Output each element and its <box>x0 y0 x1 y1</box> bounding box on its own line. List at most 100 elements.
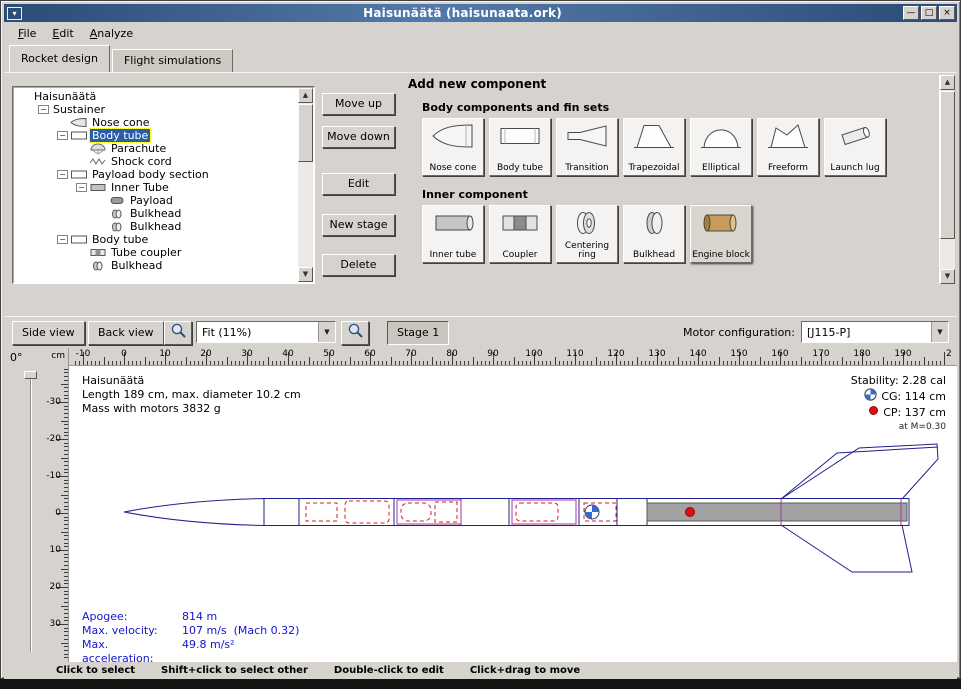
tab-flight-simulations[interactable]: Flight simulations <box>112 49 233 72</box>
tree-item-sustainer[interactable]: −Sustainer <box>16 103 295 116</box>
tree-item-body-tube[interactable]: −Body tube <box>16 233 295 246</box>
ruler-tick <box>64 572 68 573</box>
scrollbar-thumb[interactable] <box>940 91 955 239</box>
zoom-in-button[interactable] <box>341 321 369 345</box>
ruler-tick <box>768 361 769 365</box>
ruler-tick <box>555 357 556 365</box>
dropdown-arrow-icon[interactable]: ▼ <box>318 322 335 342</box>
scroll-up-icon[interactable]: ▲ <box>940 75 955 90</box>
motor-configuration-select[interactable]: [J115-P] ▼ <box>801 321 949 343</box>
status-bar: Click to selectShift+click to select oth… <box>4 662 957 679</box>
nose-cone-shape[interactable] <box>124 499 264 526</box>
tree-item-parachute[interactable]: Parachute <box>16 142 295 155</box>
palette-button-engine-block[interactable]: Engine block <box>690 205 752 263</box>
stage-1-toggle[interactable]: Stage 1 <box>387 321 449 345</box>
tree-expander-icon[interactable]: − <box>76 183 87 192</box>
tree-item-haisun-t-[interactable]: Haisunäätä <box>16 90 295 103</box>
ruler-tick <box>116 361 117 365</box>
rotation-slider-thumb[interactable] <box>24 371 37 379</box>
back-view-button[interactable]: Back view <box>88 321 164 345</box>
tree-item-label: Bulkhead <box>128 220 183 233</box>
palette-button-bulkhead[interactable]: Bulkhead <box>623 205 685 263</box>
tree-expander-icon[interactable]: − <box>57 170 68 179</box>
ruler-tick <box>64 372 68 373</box>
ruler-tick <box>64 472 68 473</box>
tree-item-shock-cord[interactable]: Shock cord <box>16 155 295 168</box>
zoom-out-icon <box>170 329 187 342</box>
scroll-down-icon[interactable]: ▼ <box>940 269 955 284</box>
ruler-tick <box>895 361 896 365</box>
tree-item-body-tube[interactable]: −Body tube <box>16 129 295 142</box>
fin-bottom-shape[interactable] <box>781 525 912 572</box>
menu-edit[interactable]: Edit <box>44 24 81 43</box>
scroll-up-icon[interactable]: ▲ <box>298 88 313 103</box>
tree-item-payload[interactable]: Payload <box>16 194 295 207</box>
palette-button-label: Elliptical <box>702 164 740 173</box>
tree-item-bulkhead[interactable]: Bulkhead <box>16 259 295 272</box>
centering-ring-icon <box>565 209 609 237</box>
rotation-slider-track[interactable] <box>30 374 32 652</box>
palette-button-elliptical[interactable]: Elliptical <box>690 118 752 176</box>
menu-file[interactable]: File <box>10 24 44 43</box>
tab-rocket-design[interactable]: Rocket design <box>9 45 110 72</box>
tree-expander-icon[interactable]: − <box>38 105 49 114</box>
tree-item-payload-body-section[interactable]: −Payload body section <box>16 168 295 181</box>
palette-button-launch-lug[interactable]: Launch lug <box>824 118 886 176</box>
edit-button[interactable]: Edit <box>322 173 395 195</box>
scroll-down-icon[interactable]: ▼ <box>298 267 313 282</box>
dropdown-arrow-icon[interactable]: ▼ <box>931 322 948 342</box>
ruler-tick <box>64 591 68 592</box>
ruler-tick <box>632 361 633 365</box>
tree-item-inner-tube[interactable]: −Inner Tube <box>16 181 295 194</box>
palette-scrollbar[interactable]: ▲ ▼ <box>939 75 955 284</box>
palette-button-label: Inner tube <box>430 251 477 260</box>
fin-far-shape[interactable] <box>781 447 938 499</box>
palette-button-trapezoidal[interactable]: Trapezoidal <box>623 118 685 176</box>
ruler-label: 70 <box>405 349 416 359</box>
ruler-tick <box>64 409 68 410</box>
tab-bar: Rocket designFlight simulations <box>4 45 957 72</box>
tree-scrollbar[interactable]: ▲ ▼ <box>297 88 313 282</box>
close-button[interactable]: × <box>939 6 955 20</box>
palette-button-body-tube[interactable]: Body tube <box>489 118 551 176</box>
ruler-tick <box>760 357 761 365</box>
move-up-button[interactable]: Move up <box>322 93 395 115</box>
ruler-label: -30 <box>46 397 61 407</box>
ruler-tick <box>87 361 88 365</box>
inner-tube-icon <box>431 209 475 237</box>
zoom-select[interactable]: Fit (11%) ▼ <box>196 321 336 343</box>
tree-item-nose-cone[interactable]: Nose cone <box>16 116 295 129</box>
palette-button-freeform[interactable]: Freeform <box>757 118 819 176</box>
tree-expander-icon[interactable]: − <box>57 235 68 244</box>
maximize-button[interactable]: □ <box>921 6 937 20</box>
scrollbar-thumb[interactable] <box>298 104 313 162</box>
tree-item-tube-coupler[interactable]: Tube coupler <box>16 246 295 259</box>
palette-button-nose-cone[interactable]: Nose cone <box>422 118 484 176</box>
palette-button-centering-ring[interactable]: Centering ring <box>556 205 618 263</box>
zoom-out-button[interactable] <box>164 321 192 345</box>
ruler-tick <box>64 454 68 455</box>
tree-expander-icon[interactable]: − <box>57 131 68 140</box>
drawing-area[interactable]: Haisunäätä Length 189 cm, max. diameter … <box>69 366 957 662</box>
minimize-button[interactable]: — <box>903 6 919 20</box>
delete-button[interactable]: Delete <box>322 254 395 276</box>
ruler-tick <box>64 480 68 481</box>
tree-item-bulkhead[interactable]: Bulkhead <box>16 220 295 233</box>
elliptical-fin-icon <box>699 122 743 150</box>
fin-top-shape[interactable] <box>781 444 938 499</box>
new-stage-button[interactable]: New stage <box>322 214 395 236</box>
ruler-tick <box>858 361 859 365</box>
move-down-button[interactable]: Move down <box>322 126 395 148</box>
palette-button-inner-tube[interactable]: Inner tube <box>422 205 484 263</box>
add-component-title: Add new component <box>408 77 546 91</box>
menu-analyze[interactable]: Analyze <box>82 24 141 43</box>
tree-indent <box>57 118 68 127</box>
palette-button-transition[interactable]: Transition <box>556 118 618 176</box>
parachute-icon <box>89 143 109 155</box>
palette-button-coupler[interactable]: Coupler <box>489 205 551 263</box>
palette-button-label: Launch lug <box>830 164 879 173</box>
tree-item-bulkhead[interactable]: Bulkhead <box>16 207 295 220</box>
add-component-panel: Add new component Body components and fi… <box>404 75 933 287</box>
ruler-label: 10 <box>50 545 61 555</box>
side-view-button[interactable]: Side view <box>12 321 85 345</box>
